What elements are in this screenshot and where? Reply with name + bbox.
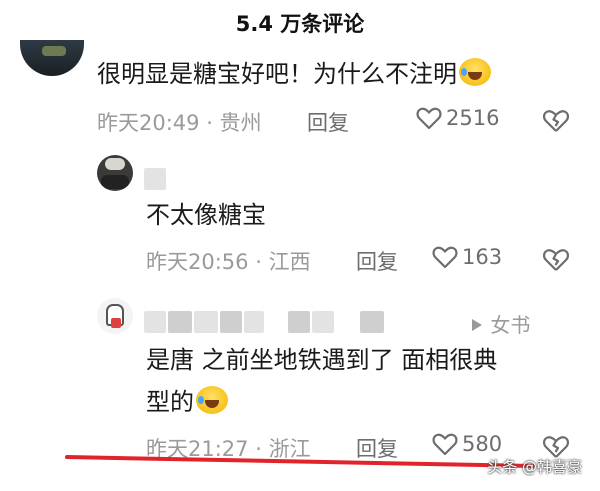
like-button[interactable]: 580 [432, 432, 502, 456]
meta-separator: · [206, 111, 213, 135]
crying-laughing-emoji-icon [459, 58, 491, 86]
comment-location: 贵州 [219, 111, 262, 135]
like-count: 163 [462, 245, 503, 269]
comment-meta: 昨天20:49 · 贵州 [97, 107, 262, 137]
avatar[interactable] [97, 298, 133, 334]
meta-separator: · [255, 250, 262, 274]
reply-button[interactable]: 回复 [356, 433, 398, 463]
heart-icon [416, 107, 442, 130]
comment-meta: 昨天20:56 · 江西 [146, 246, 311, 276]
comment-location: 江西 [268, 250, 311, 274]
like-count: 580 [462, 432, 503, 456]
like-count: 2516 [446, 106, 500, 130]
play-triangle-icon [472, 319, 482, 331]
reply-button[interactable]: 回复 [356, 246, 398, 276]
heart-icon [432, 246, 458, 269]
reply-button[interactable]: 回复 [307, 107, 349, 137]
broken-heart-icon[interactable] [542, 247, 570, 273]
username-blurred [144, 168, 166, 190]
meta-separator: · [255, 437, 262, 461]
comment-text: 很明显是糖宝好吧！为什么不注明 [97, 60, 457, 88]
like-button[interactable]: 2516 [416, 106, 499, 130]
watermark: 头条 @韩喜豪 [487, 458, 582, 476]
reply-to[interactable]: 女书 [470, 309, 530, 338]
avatar[interactable] [97, 155, 133, 191]
heart-icon [432, 433, 458, 456]
avatar[interactable] [20, 40, 84, 76]
broken-heart-icon[interactable] [542, 108, 570, 134]
comment-location: 浙江 [268, 437, 311, 461]
comment-text: 不太像糖宝 [146, 201, 266, 229]
comment-text-line-1: 是唐 之前坐地铁遇到了 面相很典 [146, 346, 498, 374]
reply-to-user: 女书 [490, 313, 531, 337]
crying-laughing-emoji-icon [196, 386, 228, 414]
comment-time: 昨天20:49 [97, 111, 200, 135]
comment-text-line-2: 型的 [146, 388, 194, 416]
like-button[interactable]: 163 [432, 245, 502, 269]
comment-time: 昨天20:56 [146, 250, 249, 274]
comment-count-title: 5.4 万条评论 [235, 12, 365, 36]
